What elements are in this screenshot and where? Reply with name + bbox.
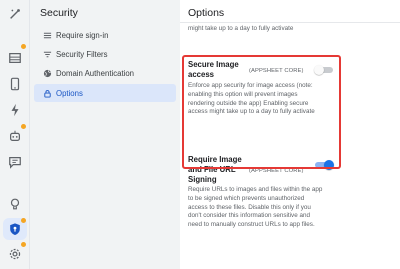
globe-icon	[42, 68, 52, 78]
previous-setting-description: might take up to a day to fully activate	[188, 25, 294, 32]
app-icon-rail	[0, 0, 30, 269]
nav-item-label: Domain Authentication	[56, 68, 135, 78]
require-url-signing-setting: Require Image and File URL Signing (APPS…	[188, 155, 328, 269]
lock-icon	[42, 88, 52, 98]
nav-item-security-filters[interactable]: Security Filters	[34, 45, 176, 63]
robot-icon[interactable]	[7, 128, 23, 144]
lightbulb-icon[interactable]	[7, 196, 23, 212]
lightning-icon[interactable]	[7, 102, 23, 118]
shield-icon[interactable]	[7, 221, 23, 237]
divider	[180, 22, 400, 23]
gear-icon[interactable]	[7, 246, 23, 262]
setting-title-line: Signing	[188, 175, 217, 184]
notification-dot	[21, 218, 26, 223]
nav-item-require-sign-in[interactable]: Require sign-in	[34, 26, 176, 44]
notification-dot	[21, 124, 26, 129]
security-nav: Security Require sign-in Security Filter…	[30, 0, 180, 269]
filter-icon	[42, 49, 52, 59]
highlight-box	[182, 55, 341, 169]
nav-title: Security	[40, 7, 78, 19]
notification-dot	[21, 44, 26, 49]
list-icon	[42, 30, 52, 40]
chat-icon[interactable]	[7, 154, 23, 170]
table-icon[interactable]	[7, 50, 23, 66]
notification-dot	[21, 242, 26, 247]
nav-item-options[interactable]: Options	[34, 84, 176, 102]
magic-wand-icon[interactable]	[7, 6, 23, 22]
nav-item-domain-authentication[interactable]: Domain Authentication	[34, 64, 176, 82]
setting-description: Require URLs to images and files within …	[188, 186, 323, 229]
nav-item-label: Security Filters	[56, 49, 108, 59]
nav-item-label: Options	[56, 88, 83, 98]
phone-icon[interactable]	[7, 76, 23, 92]
nav-item-label: Require sign-in	[56, 30, 109, 40]
page-title: Options	[188, 7, 225, 19]
